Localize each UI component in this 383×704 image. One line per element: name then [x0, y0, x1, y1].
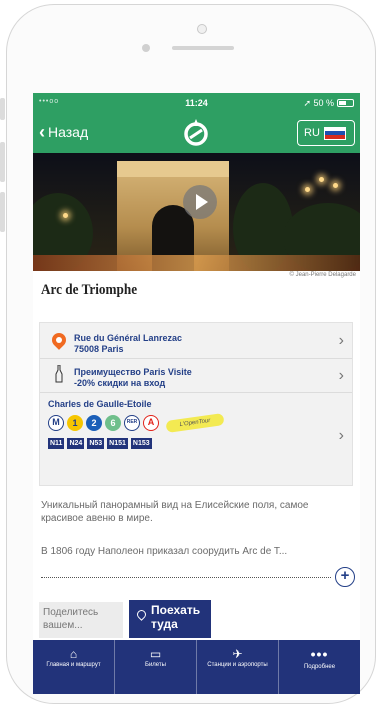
- bottle-icon: [55, 365, 63, 383]
- back-button[interactable]: ‹ Назад: [39, 122, 89, 142]
- transport-row[interactable]: Charles de Gaulle-Etoile M 1 2 6 RER A L…: [40, 393, 352, 486]
- app-screen: •••oo 11:24 ➚ 50 % ‹ Назад RU © Jean-Pie…: [33, 93, 360, 694]
- bus-badge: N153: [130, 438, 152, 449]
- metro-line-1-badge: 1: [67, 415, 83, 431]
- info-card: Rue du Général Lanrezac 75008 Paris › Пр…: [39, 322, 353, 486]
- nav-bar: ‹ Назад RU: [33, 113, 360, 153]
- promo-title: Преимущество Paris Visite: [74, 367, 192, 377]
- chevron-right-icon: ›: [338, 427, 344, 444]
- location-pin-icon: [135, 608, 148, 621]
- battery-icon: [337, 99, 354, 107]
- metro-line-2-badge: 2: [86, 415, 102, 431]
- address-row[interactable]: Rue du Général Lanrezac 75008 Paris ›: [40, 323, 352, 359]
- address-street: Rue du Général Lanrezac: [74, 333, 183, 343]
- road-lights: [33, 255, 360, 271]
- bus-badge: N24: [67, 438, 85, 449]
- phone-mockup: •••oo 11:24 ➚ 50 % ‹ Назад RU © Jean-Pie…: [0, 0, 383, 704]
- tab-label: Главная и маршрут: [46, 662, 101, 668]
- sensor-dot: [197, 24, 207, 34]
- hero-video[interactable]: [33, 153, 360, 271]
- front-camera: [142, 44, 150, 52]
- home-icon: ⌂: [69, 647, 78, 661]
- volume-down-button: [0, 192, 5, 232]
- tab-more[interactable]: ••• Подробнее: [279, 640, 360, 694]
- street-lamp: [63, 213, 68, 218]
- bus-lines: N11 N24 N53 N151 N153: [48, 438, 152, 449]
- metro-line-6-badge: 6: [105, 415, 121, 431]
- bottom-tab-bar: ⌂ Главная и маршрут ▭ Билеты ✈ Станции и…: [33, 640, 360, 694]
- description-paragraph-2: В 1806 году Наполеон приказал соорудить …: [41, 546, 288, 557]
- play-icon[interactable]: [183, 185, 217, 219]
- promo-text: Преимущество Paris Visite -20% скидки на…: [74, 367, 192, 389]
- opentour-badge: L'OpenTour: [165, 413, 225, 433]
- location-pin-icon: [49, 330, 69, 350]
- go-there-label-1: Поехать: [151, 603, 201, 617]
- earpiece-speaker: [172, 46, 234, 50]
- address-city: 75008 Paris: [74, 344, 124, 354]
- language-code: RU: [304, 127, 320, 139]
- russia-flag-icon: [323, 126, 346, 140]
- rer-icon: RER: [124, 415, 140, 431]
- tab-tickets[interactable]: ▭ Билеты: [115, 640, 197, 694]
- tab-label: Станции и аэропорты: [207, 662, 268, 668]
- status-bar: •••oo 11:24 ➚ 50 %: [33, 93, 360, 113]
- battery-percent: ➚ 50 %: [303, 98, 334, 108]
- go-there-button[interactable]: Поехать туда: [129, 600, 211, 638]
- street-lamp: [319, 177, 324, 182]
- station-name: Charles de Gaulle-Etoile: [48, 399, 152, 409]
- tab-home[interactable]: ⌂ Главная и маршрут: [33, 640, 115, 694]
- ticket-icon: ▭: [149, 647, 162, 661]
- metro-icon: M: [48, 415, 64, 431]
- promo-row[interactable]: Преимущество Paris Visite -20% скидки на…: [40, 359, 352, 393]
- language-selector[interactable]: RU: [297, 120, 355, 146]
- more-icon: •••: [310, 646, 329, 662]
- tab-label: Билеты: [145, 662, 166, 668]
- volume-up-button: [0, 142, 5, 182]
- expand-plus-icon[interactable]: +: [335, 567, 355, 587]
- chevron-left-icon: ‹: [39, 122, 45, 142]
- app-logo-icon: [184, 119, 208, 146]
- go-there-label-2: туда: [151, 617, 178, 631]
- tab-stations[interactable]: ✈ Станции и аэропорты: [197, 640, 279, 694]
- station-icon: ✈: [232, 647, 243, 661]
- promo-discount: -20% скидки на вход: [74, 378, 166, 388]
- description-paragraph-1: Уникальный панорамный вид на Елисейские …: [41, 500, 309, 524]
- chevron-right-icon: ›: [338, 332, 344, 349]
- share-input[interactable]: Поделитесь вашем...: [39, 602, 123, 638]
- rer-line-a-badge: A: [143, 415, 159, 431]
- transport-lines: M 1 2 6 RER A L'OpenTour: [48, 413, 225, 433]
- tab-label: Подробнее: [303, 664, 336, 670]
- bus-badge: N151: [107, 438, 128, 449]
- back-label: Назад: [48, 124, 89, 140]
- divider: [41, 577, 331, 578]
- photo-credit: © Jean-Pierre Delagarde: [289, 272, 356, 278]
- bus-badge: N53: [87, 438, 105, 449]
- bus-badge: N11: [48, 438, 65, 449]
- mute-switch: [0, 98, 5, 120]
- page-title: Arc de Triomphe: [41, 282, 138, 298]
- street-lamp: [333, 183, 338, 188]
- chevron-right-icon: ›: [338, 367, 344, 384]
- address-text: Rue du Général Lanrezac 75008 Paris: [74, 333, 182, 355]
- street-lamp: [305, 187, 310, 192]
